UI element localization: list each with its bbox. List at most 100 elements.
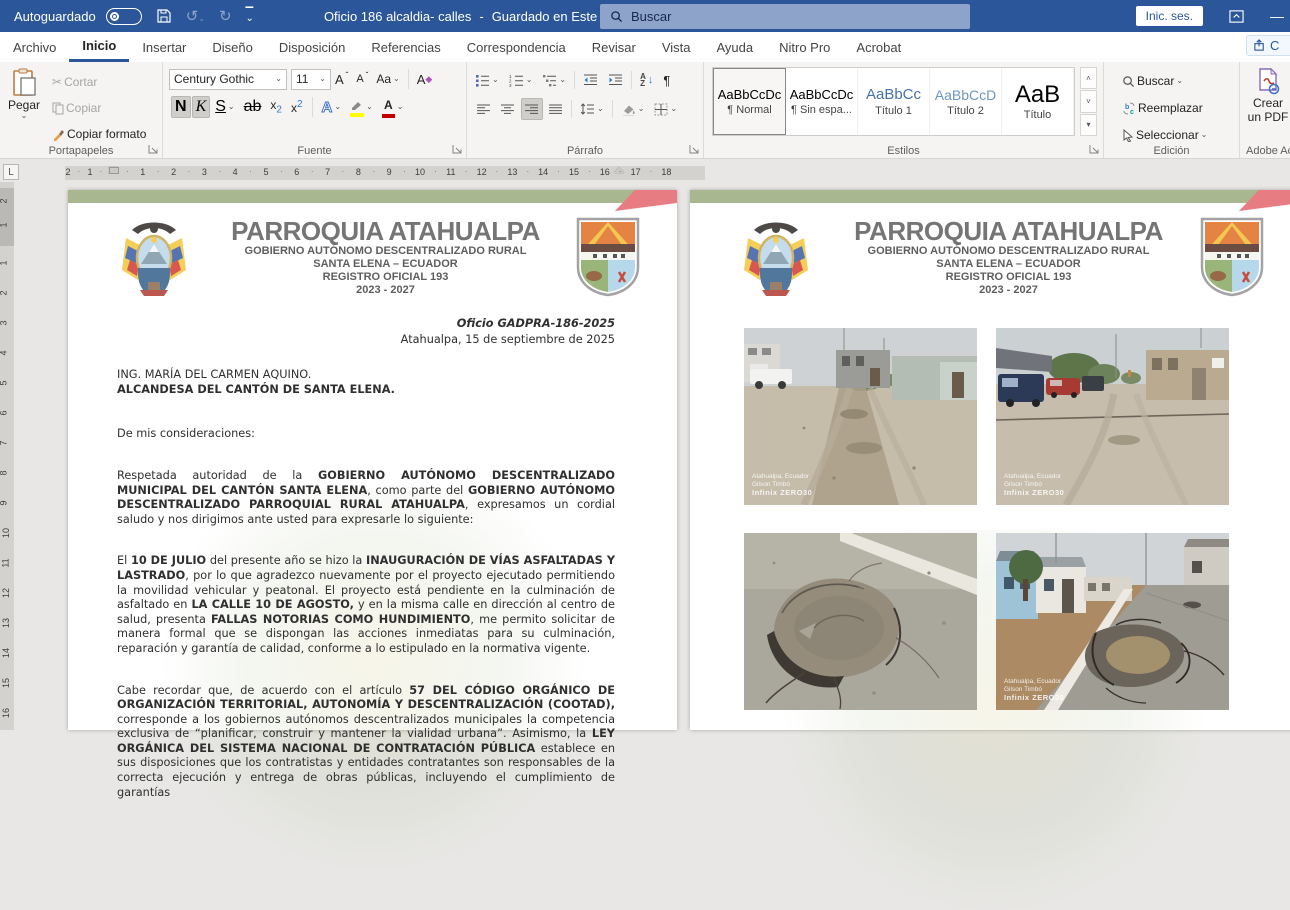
tab-referencias[interactable]: Referencias <box>358 32 453 62</box>
save-icon[interactable] <box>156 8 172 24</box>
search-box[interactable]: Buscar <box>600 4 970 29</box>
subscript-button[interactable]: x2 <box>266 96 286 118</box>
align-right-icon <box>525 104 539 115</box>
superscript-button[interactable]: x2 <box>287 96 307 118</box>
page-2[interactable]: PARROQUIA ATAHUALPA GOBIERNO AUTÓNOMO DE… <box>690 190 1290 730</box>
minimize-button[interactable]: — <box>1270 8 1284 24</box>
style-titulo[interactable]: AaB Título <box>1002 68 1074 135</box>
page-1[interactable]: PARROQUIA ATAHUALPA GOBIERNO AUTÓNOMO DE… <box>68 190 677 730</box>
tab-archivo[interactable]: Archivo <box>0 32 69 62</box>
grow-font-button[interactable]: Aˆ <box>331 68 352 90</box>
copy-icon <box>52 102 64 115</box>
portapapeles-dialog-launcher-icon[interactable] <box>148 144 159 155</box>
align-right-button[interactable] <box>521 98 543 120</box>
tab-inicio[interactable]: Inicio <box>69 32 129 62</box>
salutation: De mis consideraciones: <box>117 427 615 442</box>
tab-nitro-pro[interactable]: Nitro Pro <box>766 32 843 62</box>
line-spacing-button[interactable]: ⌄ <box>576 98 608 120</box>
photo-watermark: Atahualpa, Ecuador Gilson Timbó Infinix … <box>752 473 812 497</box>
align-center-button[interactable] <box>497 98 519 120</box>
shading-button[interactable]: ⌄ <box>617 98 649 120</box>
change-case-button[interactable]: Aa⌄ <box>372 68 403 90</box>
underline-button[interactable]: S⌄ <box>211 96 238 118</box>
qat-customize-icon[interactable]: ▔⌄ <box>246 11 254 21</box>
paste-button[interactable]: Pegar ⌄ <box>0 62 48 145</box>
highlight-button[interactable]: ⌄ <box>346 96 377 118</box>
photo-street-with-cars[interactable]: Atahualpa, Ecuador Gilson Timbó Infinix … <box>996 328 1229 505</box>
sort-button[interactable]: AZ↓ <box>636 69 657 91</box>
tab-insertar[interactable]: Insertar <box>129 32 199 62</box>
redo-icon[interactable]: ↻ <box>219 7 232 25</box>
tab-vista[interactable]: Vista <box>649 32 704 62</box>
search-placeholder: Buscar <box>631 9 671 24</box>
replace-button[interactable]: b c Reemplazar <box>1118 97 1239 119</box>
group-edicion: Buscar⌄ b c Reemplazar Seleccionar⌄ Edic… <box>1104 62 1240 158</box>
estilos-dialog-launcher-icon[interactable] <box>1089 144 1100 155</box>
italic-button[interactable]: K <box>192 96 211 118</box>
shrink-font-button[interactable]: Aˇ <box>352 68 372 90</box>
document-canvas[interactable]: PARROQUIA ATAHUALPA GOBIERNO AUTÓNOMO DE… <box>14 182 1290 730</box>
org-title: PARROQUIA ATAHUALPA <box>196 218 575 245</box>
share-button[interactable]: C <box>1246 35 1290 56</box>
document-title[interactable]: Oficio 186 alcaldia- calles - Guardado e… <box>324 9 634 24</box>
addressee-name: ING. MARÍA DEL CARMEN AQUINO. <box>117 368 311 381</box>
decrease-indent-button[interactable] <box>579 69 602 91</box>
ribbon-display-options-icon[interactable] <box>1229 9 1244 24</box>
styles-scroll-down-icon[interactable]: ˅ <box>1080 90 1097 112</box>
borders-button[interactable]: ⌄ <box>650 98 681 120</box>
parrafo-dialog-launcher-icon[interactable] <box>689 144 700 155</box>
tab-acrobat[interactable]: Acrobat <box>843 32 914 62</box>
sign-in-button[interactable]: Inic. ses. <box>1136 6 1203 26</box>
photo-street-with-truck[interactable]: Atahualpa, Ecuador Gilson Timbó Infinix … <box>744 328 977 505</box>
photo-street-sunken-asphalt[interactable]: Atahualpa, Ecuador Gilson Timbó Infinix … <box>996 533 1229 710</box>
addressee-block: ING. MARÍA DEL CARMEN AQUINO. ALCANDESA … <box>117 368 615 397</box>
h-ruler[interactable]: 21··1·2·3·4·5·6·7·8·9·10·11·12·13·14·15·… <box>65 166 705 180</box>
tab-ayuda[interactable]: Ayuda <box>703 32 766 62</box>
photo-watermark: Atahualpa, Ecuador Gilson Timbó Infinix … <box>1004 678 1064 702</box>
tab-stop-selector[interactable]: L <box>3 164 19 180</box>
tab-revisar[interactable]: Revisar <box>579 32 649 62</box>
fuente-dialog-launcher-icon[interactable] <box>452 144 463 155</box>
select-button[interactable]: Seleccionar⌄ <box>1118 124 1239 146</box>
tab-correspondencia[interactable]: Correspondencia <box>454 32 579 62</box>
create-pdf-button[interactable]: Crear un PDF <box>1240 62 1290 124</box>
org-line3: REGISTRO OFICIAL 193 <box>196 271 575 284</box>
tab-diseno[interactable]: Diseño <box>199 32 265 62</box>
font-size-combo[interactable]: 11 ⌄ <box>291 69 331 90</box>
style-normal[interactable]: AaBbCcDc ¶ Normal <box>713 68 786 135</box>
autosave-toggle[interactable] <box>106 8 142 25</box>
style-sin-espaciado[interactable]: AaBbCcDc ¶ Sin espa... <box>786 68 858 135</box>
styles-scroll-up-icon[interactable]: ˄ <box>1080 67 1097 89</box>
clear-formatting-button[interactable]: A◆ <box>413 68 437 90</box>
undo-icon[interactable]: ↺⌄ <box>186 7 205 25</box>
style-titulo1[interactable]: AaBbCc Título 1 <box>858 68 930 135</box>
justify-button[interactable] <box>545 98 567 120</box>
increase-indent-button[interactable] <box>604 69 627 91</box>
find-button[interactable]: Buscar⌄ <box>1118 70 1239 92</box>
ecuador-coat-of-arms <box>112 216 196 300</box>
align-left-button[interactable] <box>473 98 495 120</box>
multilevel-list-button[interactable]: ⌄ <box>538 69 570 91</box>
font-family-combo[interactable]: Century Gothic ⌄ <box>169 69 287 90</box>
font-size-chevron-icon: ⌄ <box>319 75 326 83</box>
photo-grid: Atahualpa, Ecuador Gilson Timbó Infinix … <box>690 308 1290 710</box>
show-marks-button[interactable]: ¶ <box>659 69 674 91</box>
strikethrough-button[interactable]: ab <box>240 96 266 118</box>
bold-button[interactable]: N <box>171 96 191 118</box>
photo-pothole-closeup[interactable] <box>744 533 977 710</box>
ribbon: Pegar ⌄ ✂ Cortar Copiar <box>0 62 1290 159</box>
find-label: Buscar <box>1137 74 1174 88</box>
select-cursor-icon <box>1122 129 1134 142</box>
v-ruler[interactable]: 2112345678910111213141516 <box>0 182 14 730</box>
bullets-button[interactable]: ⌄ <box>471 69 503 91</box>
format-painter-button[interactable]: Copiar formato <box>48 123 150 145</box>
page1-header: PARROQUIA ATAHUALPA GOBIERNO AUTÓNOMO DE… <box>68 203 677 308</box>
strikethrough-label: ab <box>244 98 262 116</box>
numbering-button[interactable]: 123 ⌄ <box>505 69 537 91</box>
text-effects-button[interactable]: A⌄ <box>318 96 346 118</box>
tab-disposicion[interactable]: Disposición <box>266 32 358 62</box>
left-indent-marker[interactable] <box>109 167 119 174</box>
style-titulo2[interactable]: AaBbCcD Título 2 <box>930 68 1002 135</box>
styles-more-icon[interactable]: ▾ <box>1080 114 1097 136</box>
font-color-button[interactable]: A ⌄ <box>378 96 408 118</box>
